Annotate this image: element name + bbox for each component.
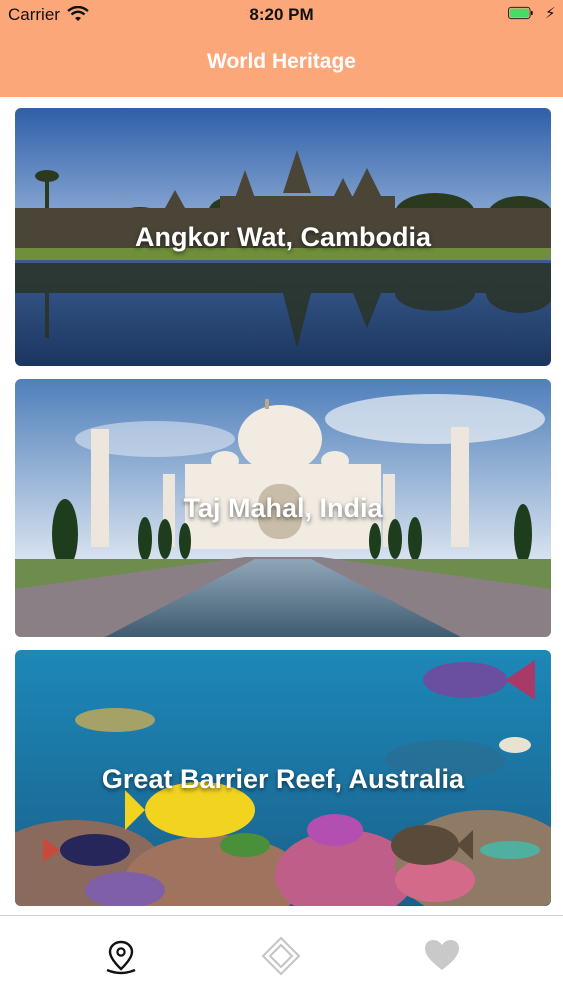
heart-icon[interactable] [422,936,462,976]
site-card-angkor-wat[interactable]: Angkor Wat, Cambodia [15,108,551,366]
map-pin-icon[interactable] [101,936,141,976]
site-card-taj-mahal[interactable]: Taj Mahal, India [15,379,551,637]
diamond-icon[interactable] [261,936,301,976]
site-title: Angkor Wat, Cambodia [134,222,431,252]
site-title: Great Barrier Reef, Australia [101,764,465,794]
tab-bar [0,915,563,1001]
status-bar: Carrier 8:20 PM ⚡ [0,0,563,30]
clock-time: 8:20 PM [249,5,314,24]
charging-bolt-icon: ⚡ [545,5,556,22]
page-title: World Heritage [207,50,356,73]
navigation-header: Carrier 8:20 PM ⚡ World Heritage [0,0,563,97]
battery-icon [508,6,533,20]
site-card-great-barrier-reef[interactable]: Great Barrier Reef, Australia [15,650,551,906]
site-title: Taj Mahal, India [183,493,383,523]
